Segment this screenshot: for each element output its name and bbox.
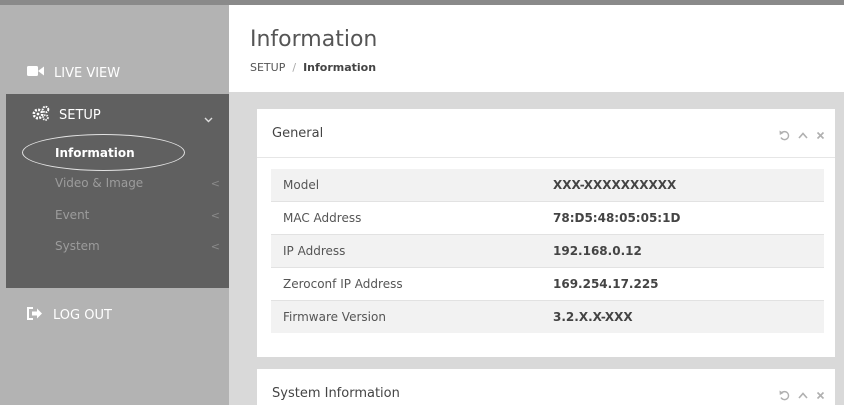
- general-panel: General Model XXX-XXXXXXXXXX MAC Address…: [257, 109, 835, 357]
- collapse-icon[interactable]: [798, 386, 808, 405]
- nav-log-out[interactable]: LOG OUT: [27, 303, 112, 327]
- table-row: Firmware Version 3.2.X.X-XXX: [271, 301, 824, 333]
- chevron-down-icon[interactable]: [204, 108, 213, 127]
- sidebar-item-information[interactable]: Information: [55, 146, 135, 160]
- breadcrumb-root[interactable]: SETUP: [250, 61, 285, 74]
- setup-menu: SETUP Information Video & Image < Event …: [6, 94, 229, 288]
- main-content: Information SETUP / Information General Mo…: [229, 5, 844, 414]
- chevron-left-icon: <: [210, 177, 220, 190]
- page-header: Information SETUP / Information: [229, 5, 844, 92]
- panel-title: General: [272, 126, 324, 141]
- panel-divider: [257, 157, 835, 158]
- row-label: Firmware Version: [283, 310, 386, 324]
- breadcrumb-current: Information: [303, 61, 377, 74]
- breadcrumb: SETUP / Information: [250, 61, 376, 74]
- sidebar-item-system[interactable]: System: [55, 239, 100, 253]
- table-row: Model XXX-XXXXXXXXXX: [271, 169, 824, 202]
- row-value: 169.254.17.225: [553, 277, 659, 291]
- refresh-icon[interactable]: [779, 386, 790, 405]
- page-title: Information: [250, 27, 378, 52]
- sidebar-item-video-image[interactable]: Video & Image: [55, 176, 143, 190]
- row-label: Zeroconf IP Address: [283, 277, 403, 291]
- gears-icon: [32, 105, 50, 125]
- setup-header[interactable]: SETUP: [32, 105, 101, 125]
- row-value: 78:D5:48:05:05:1D: [553, 211, 681, 225]
- row-value: XXX-XXXXXXXXXX: [553, 178, 677, 192]
- table-row: Zeroconf IP Address 169.254.17.225: [271, 268, 824, 301]
- chevron-left-icon: <: [210, 240, 220, 253]
- row-label: MAC Address: [283, 211, 362, 225]
- close-icon[interactable]: [816, 386, 825, 405]
- row-value: 192.168.0.12: [553, 244, 642, 258]
- nav-live-view-label: LIVE VIEW: [54, 65, 121, 81]
- row-label: Model: [283, 178, 320, 192]
- breadcrumb-separator: /: [292, 61, 297, 74]
- collapse-icon[interactable]: [798, 126, 808, 145]
- video-camera-icon: [27, 65, 44, 81]
- nav-live-view[interactable]: LIVE VIEW: [27, 61, 120, 85]
- close-icon[interactable]: [816, 126, 825, 145]
- system-information-panel: System Information: [257, 369, 835, 414]
- setup-label: SETUP: [59, 107, 101, 123]
- panel-title: System Information: [272, 386, 400, 401]
- panel-tools: [779, 126, 825, 145]
- refresh-icon[interactable]: [779, 126, 790, 145]
- sidebar-item-event[interactable]: Event: [55, 208, 89, 222]
- sidebar: LIVE VIEW SETUP Information Video & Imag…: [0, 5, 229, 405]
- sign-out-icon: [27, 306, 43, 324]
- panel-tools: [779, 386, 825, 405]
- nav-log-out-label: LOG OUT: [53, 307, 112, 323]
- chevron-left-icon: <: [210, 209, 220, 222]
- info-table: Model XXX-XXXXXXXXXX MAC Address 78:D5:4…: [271, 169, 824, 333]
- row-label: IP Address: [283, 244, 346, 258]
- table-row: IP Address 192.168.0.12: [271, 235, 824, 268]
- row-value: 3.2.X.X-XXX: [553, 310, 633, 324]
- table-row: MAC Address 78:D5:48:05:05:1D: [271, 202, 824, 235]
